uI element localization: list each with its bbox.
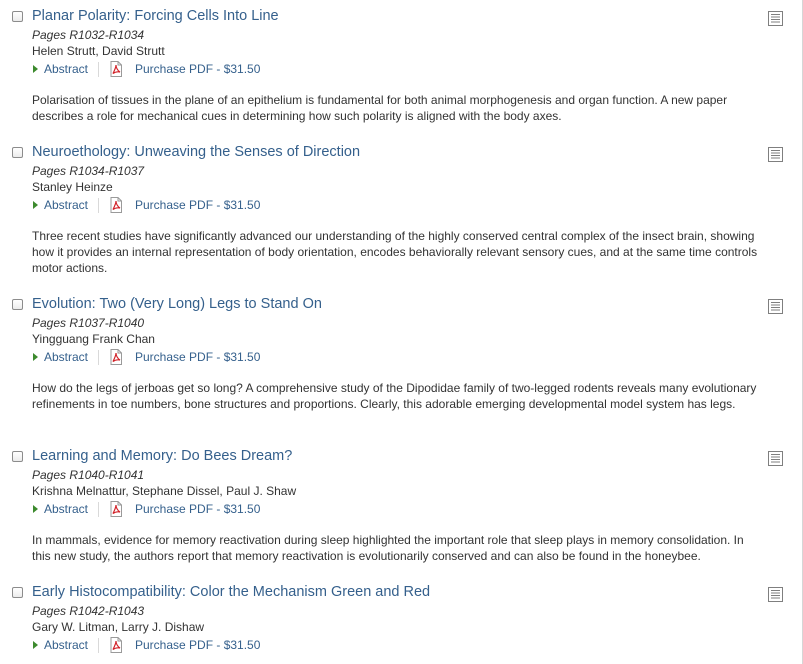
link-divider (98, 638, 99, 653)
pdf-file-icon (110, 349, 122, 365)
article-authors: Krishna Melnattur, Stephane Dissel, Paul… (32, 484, 297, 498)
triangle-right-icon (33, 641, 38, 649)
article-select-checkbox[interactable] (12, 451, 23, 462)
article-links-row: Abstract Purchase PDF - $31.50 (32, 501, 332, 517)
article-select-checkbox[interactable] (12, 299, 23, 310)
table-of-contents-icon[interactable] (768, 299, 783, 314)
table-of-contents-icon[interactable] (768, 451, 783, 466)
article-pages: Pages R1040-R1041 (32, 468, 145, 482)
article-title-link[interactable]: Planar Polarity: Forcing Cells Into Line (32, 8, 279, 24)
pdf-file-icon (110, 61, 122, 77)
article-item: Neuroethology: Unweaving the Senses of D… (0, 136, 803, 288)
article-title-link[interactable]: Neuroethology: Unweaving the Senses of D… (32, 144, 360, 160)
article-pages: Pages R1037-R1040 (32, 316, 145, 330)
abstract-label: Abstract (44, 502, 89, 516)
article-pages: Pages R1034-R1037 (32, 164, 145, 178)
article-summary: In mammals, evidence for memory reactiva… (32, 533, 744, 563)
article-summary: How do the legs of jerboas get so long? … (32, 381, 757, 411)
article-select-checkbox[interactable] (12, 11, 23, 22)
abstract-label: Abstract (44, 638, 89, 652)
table-of-contents-icon[interactable] (768, 587, 783, 602)
article-item: Early Histocompatibility: Color the Mech… (0, 576, 803, 664)
pdf-file-icon (110, 501, 122, 517)
article-title-link[interactable]: Learning and Memory: Do Bees Dream? (32, 448, 292, 464)
article-links-row: Abstract Purchase PDF - $31.50 (32, 637, 332, 653)
article-select-checkbox[interactable] (12, 587, 23, 598)
pdf-file-icon (110, 637, 122, 653)
purchase-pdf-label: Purchase PDF - $31.50 (135, 198, 261, 212)
purchase-pdf-label: Purchase PDF - $31.50 (135, 638, 261, 652)
article-links-row: Abstract Purchase PDF - $31.50 (32, 61, 332, 77)
triangle-right-icon (33, 201, 38, 209)
article-title-link[interactable]: Evolution: Two (Very Long) Legs to Stand… (32, 296, 322, 312)
table-of-contents-icon[interactable] (768, 11, 783, 26)
purchase-pdf-label: Purchase PDF - $31.50 (135, 350, 261, 364)
article-pages: Pages R1032-R1034 (32, 28, 145, 42)
article-authors: Helen Strutt, David Strutt (32, 44, 165, 58)
article-select-checkbox[interactable] (12, 147, 23, 158)
triangle-right-icon (33, 505, 38, 513)
article-pages: Pages R1042-R1043 (32, 604, 145, 618)
article-summary: Three recent studies have significantly … (32, 229, 758, 275)
article-authors: Yingguang Frank Chan (32, 332, 155, 346)
article-links-row: Abstract Purchase PDF - $31.50 (32, 349, 332, 365)
link-divider (98, 502, 99, 517)
article-authors: Stanley Heinze (32, 180, 113, 194)
article-item: Planar Polarity: Forcing Cells Into Line… (0, 0, 803, 136)
abstract-label: Abstract (44, 198, 89, 212)
link-divider (98, 198, 99, 213)
pdf-file-icon (110, 197, 122, 213)
table-of-contents-icon[interactable] (768, 147, 783, 162)
article-title-link[interactable]: Early Histocompatibility: Color the Mech… (32, 584, 430, 600)
article-summary: Polarisation of tissues in the plane of … (32, 93, 728, 123)
article-authors: Gary W. Litman, Larry J. Dishaw (32, 620, 205, 634)
abstract-label: Abstract (44, 62, 89, 76)
link-divider (98, 350, 99, 365)
triangle-right-icon (33, 353, 38, 361)
article-item: Evolution: Two (Very Long) Legs to Stand… (0, 288, 803, 440)
link-divider (98, 62, 99, 77)
purchase-pdf-label: Purchase PDF - $31.50 (135, 502, 261, 516)
purchase-pdf-label: Purchase PDF - $31.50 (135, 62, 261, 76)
abstract-label: Abstract (44, 350, 89, 364)
article-item: Learning and Memory: Do Bees Dream? Page… (0, 440, 803, 576)
triangle-right-icon (33, 65, 38, 73)
article-links-row: Abstract Purchase PDF - $31.50 (32, 197, 332, 213)
